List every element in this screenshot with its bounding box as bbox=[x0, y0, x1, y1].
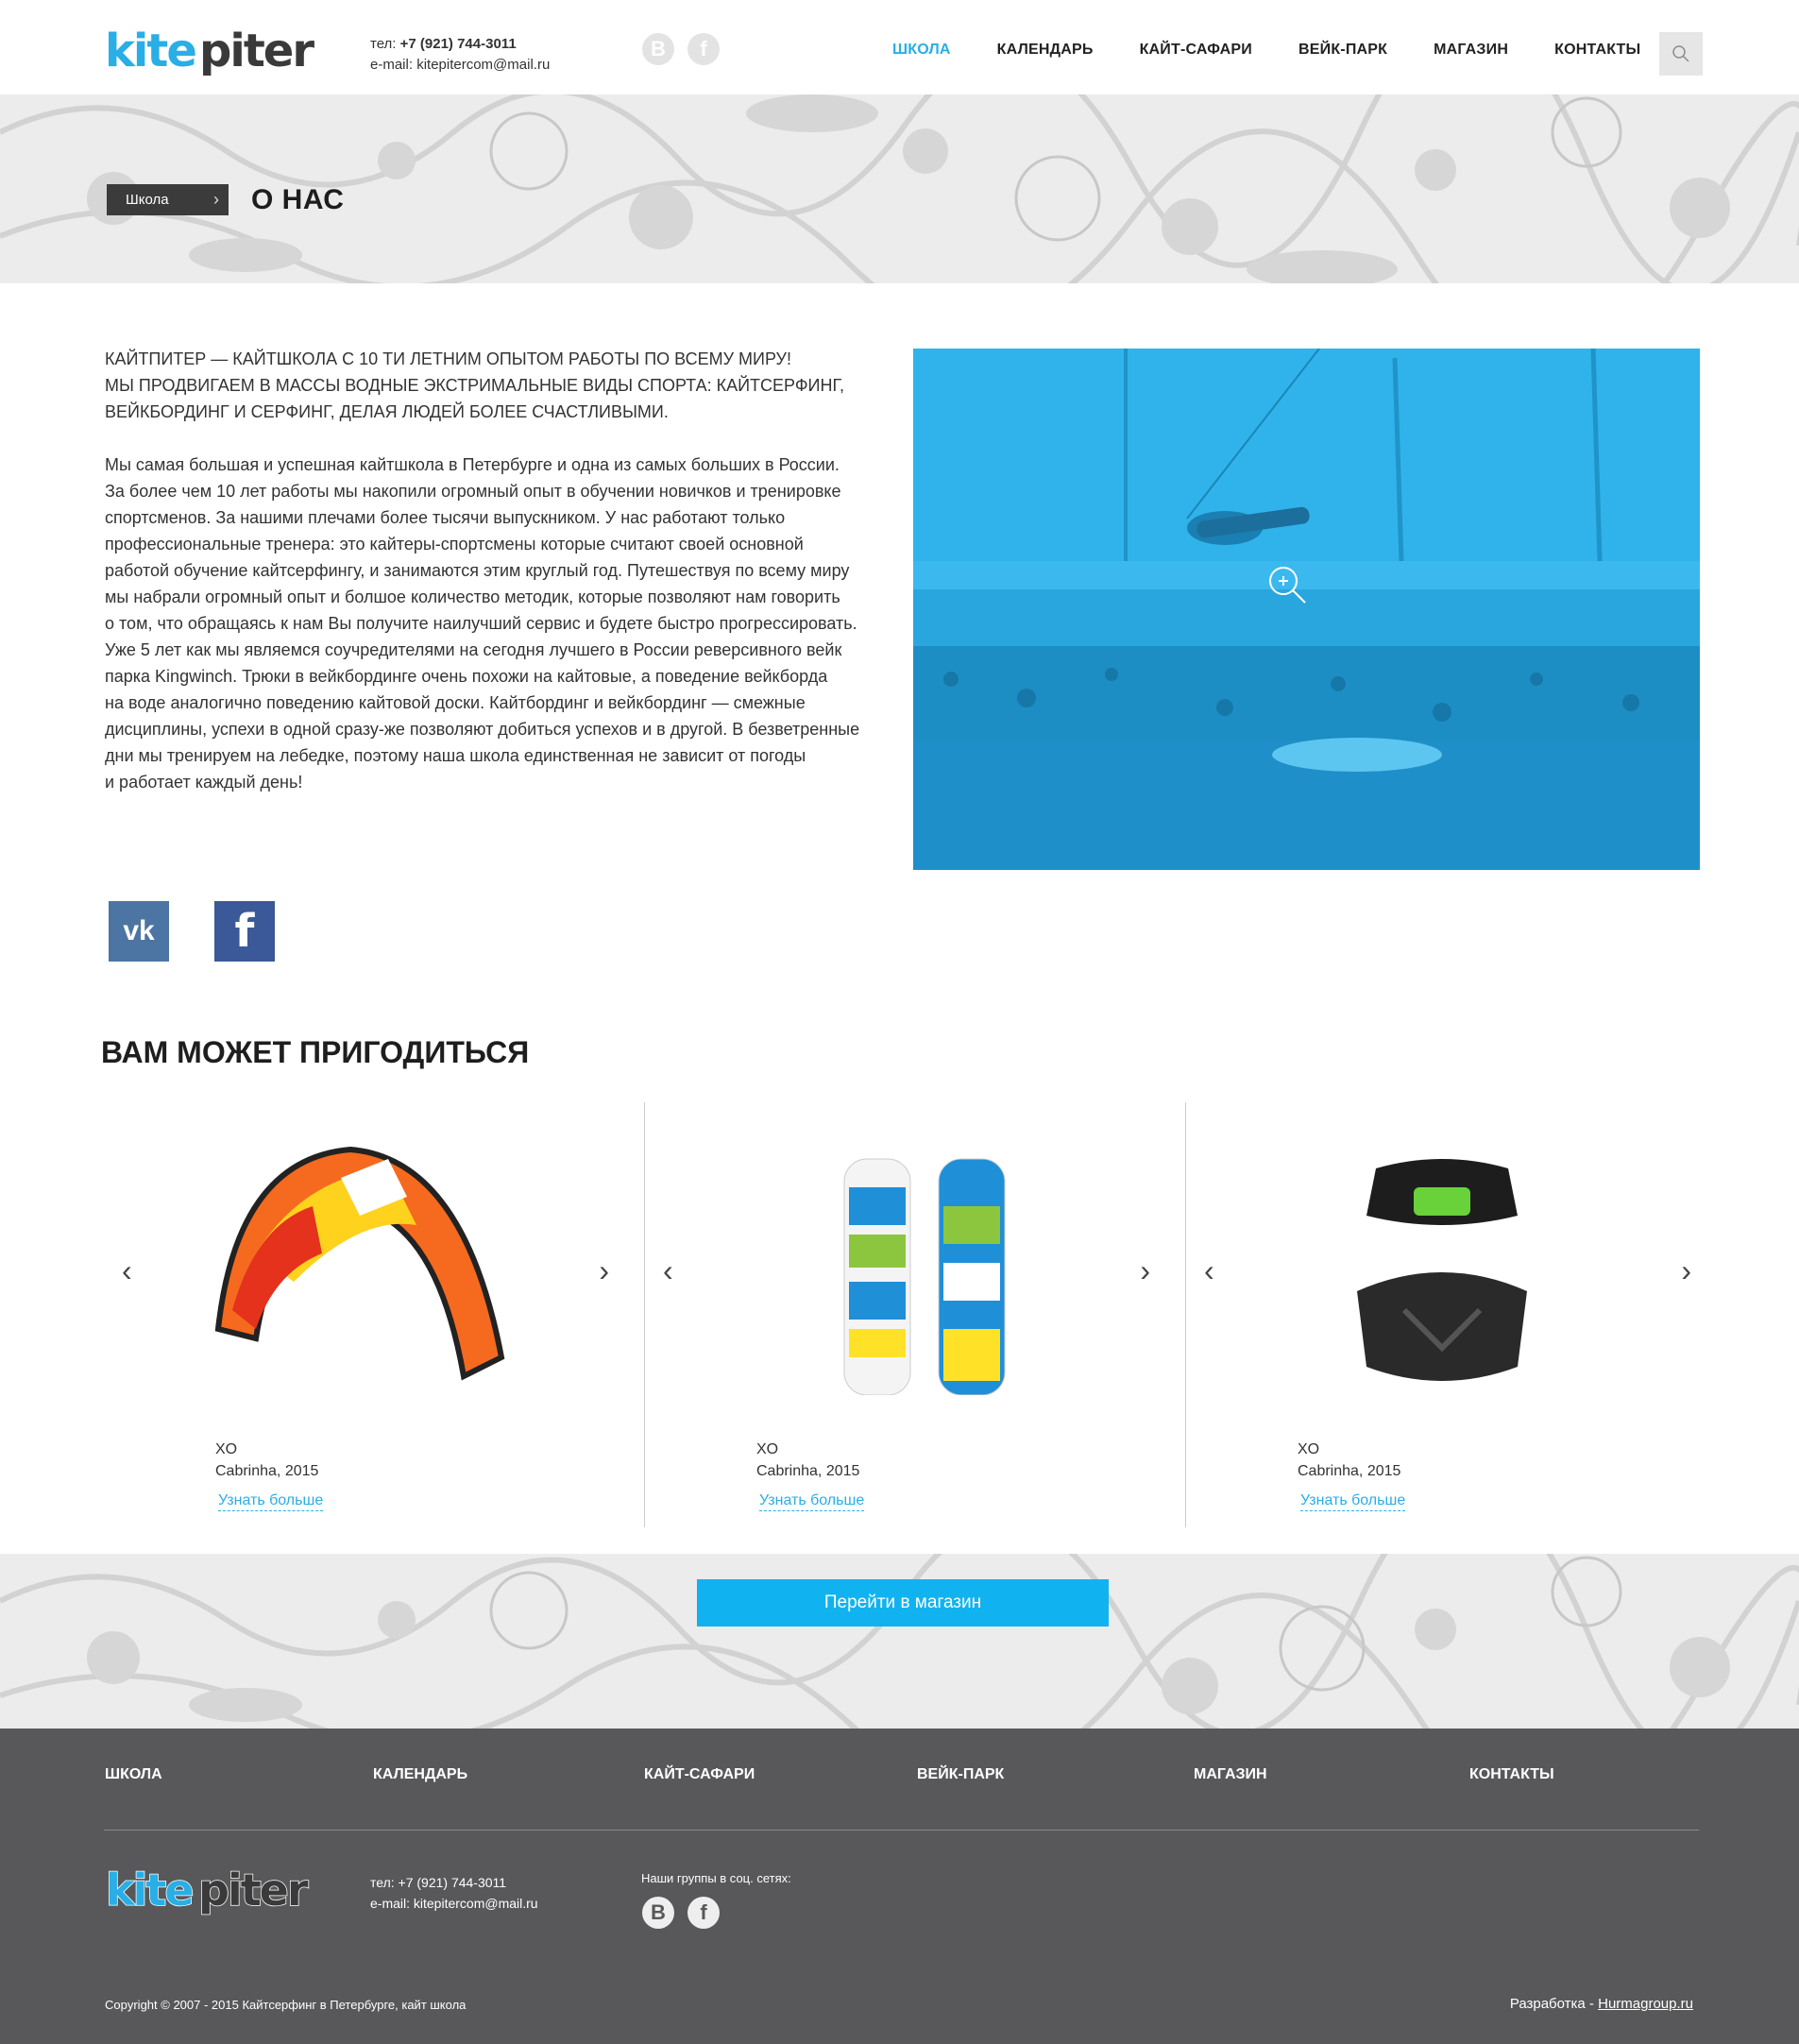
svg-text:piter: piter bbox=[198, 1865, 309, 1916]
chevron-left-icon[interactable]: ‹ bbox=[122, 1253, 132, 1288]
footer-nav-school[interactable]: ШКОЛА bbox=[105, 1766, 162, 1783]
product-card: ‹ › XO Cabrinha, 2015 Узнать больше bbox=[646, 1102, 1186, 1527]
vk-icon: vk bbox=[123, 915, 155, 946]
zoom-icon[interactable] bbox=[1267, 565, 1309, 606]
chevron-right-icon[interactable]: › bbox=[1681, 1253, 1691, 1288]
harness-image bbox=[1357, 1159, 1527, 1381]
vk-share-button[interactable]: vk bbox=[109, 901, 169, 962]
intro-line: КАЙТПИТЕР — КАЙТШКОЛА С 10 ТИ ЛЕТНИМ ОПЫ… bbox=[105, 349, 791, 368]
kite-image bbox=[214, 1146, 505, 1381]
about-line: работой обучение кайтсерфингу, и занимаю… bbox=[105, 561, 850, 580]
intro-line: ВЕЙКБОРДИНГ И СЕРФИНГ, ДЕЛАЯ ЛЮДЕЙ БОЛЕЕ… bbox=[105, 402, 669, 421]
product-brand: Cabrinha, 2015 bbox=[756, 1463, 860, 1479]
chevron-right-icon: › bbox=[213, 190, 219, 209]
intro-text: КАЙТПИТЕР — КАЙТШКОЛА С 10 ТИ ЛЕТНИМ ОПЫ… bbox=[105, 346, 879, 425]
nav-shop[interactable]: МАГАЗИН bbox=[1434, 42, 1508, 59]
svg-text:kite: kite bbox=[106, 1865, 193, 1916]
chevron-left-icon[interactable]: ‹ bbox=[1204, 1253, 1214, 1288]
about-text: Мы самая большая и успешная кайтшкола в … bbox=[105, 451, 889, 795]
logo[interactable]: kite piter bbox=[105, 23, 341, 85]
footer-nav-shop[interactable]: МАГАЗИН bbox=[1194, 1766, 1267, 1783]
footer-nav-wake-park[interactable]: ВЕЙК-ПАРК bbox=[917, 1766, 1004, 1783]
product-card: ‹ › XO Cabrinha, 2015 Узнать больше bbox=[105, 1102, 645, 1527]
product-name: XO bbox=[1298, 1441, 1320, 1457]
footer-nav-calendar[interactable]: КАЛЕНДАРЬ bbox=[373, 1766, 467, 1783]
nav-contacts[interactable]: КОНТАКТЫ bbox=[1554, 42, 1640, 59]
nav-calendar[interactable]: КАЛЕНДАРЬ bbox=[997, 42, 1094, 59]
vk-icon[interactable]: B bbox=[642, 1897, 674, 1929]
social-groups-label: Наши группы в соц. сетях: bbox=[641, 1871, 791, 1885]
learn-more-link[interactable]: Узнать больше bbox=[1300, 1492, 1406, 1511]
about-line: За более чем 10 лет работы мы накопили о… bbox=[105, 482, 841, 501]
facebook-icon[interactable]: f bbox=[687, 33, 720, 65]
product-name: XO bbox=[756, 1441, 779, 1457]
footer-nav-kite-safari[interactable]: КАЙТ-САФАРИ bbox=[644, 1766, 755, 1783]
page-title: О НАС bbox=[251, 184, 345, 215]
svg-text:piter: piter bbox=[199, 25, 314, 77]
footer-social: B f bbox=[642, 1897, 720, 1929]
chevron-right-icon[interactable]: › bbox=[599, 1253, 609, 1288]
go-to-shop-button[interactable]: Перейти в магазин bbox=[697, 1579, 1109, 1627]
phone-label: тел: bbox=[370, 36, 397, 52]
nav-wake-park[interactable]: ВЕЙК-ПАРК bbox=[1298, 42, 1387, 59]
divider bbox=[644, 1102, 645, 1527]
facebook-icon[interactable]: f bbox=[687, 1897, 720, 1929]
main-nav: ШКОЛА КАЛЕНДАРЬ КАЙТ-САФАРИ ВЕЙК-ПАРК МА… bbox=[892, 42, 1640, 59]
breadcrumb[interactable]: Школа › bbox=[107, 184, 229, 215]
wakeboard-image bbox=[843, 1158, 1006, 1395]
site-footer: ШКОЛА КАЛЕНДАРЬ КАЙТ-САФАРИ ВЕЙК-ПАРК МА… bbox=[0, 1729, 1799, 2044]
facebook-share-button[interactable]: f bbox=[214, 901, 275, 962]
about-line: Уже 5 лет как мы являемся соучредителями… bbox=[105, 640, 842, 659]
learn-more-link[interactable]: Узнать больше bbox=[759, 1492, 865, 1511]
footer-phone[interactable]: тел: +7 (921) 744-3011 bbox=[370, 1872, 538, 1893]
footer-email[interactable]: e-mail: kitepitercom@mail.ru bbox=[370, 1893, 538, 1914]
divider bbox=[1185, 1102, 1186, 1527]
vk-icon[interactable]: B bbox=[642, 33, 674, 65]
learn-more-link[interactable]: Узнать больше bbox=[218, 1492, 324, 1511]
about-line: о том, что обращаясь к нам Вы получите н… bbox=[105, 614, 857, 633]
email-address[interactable]: kitepitercom@mail.ru bbox=[416, 57, 550, 73]
nav-school[interactable]: ШКОЛА bbox=[892, 42, 951, 59]
facebook-icon: f bbox=[234, 905, 255, 958]
about-line: дни мы тренируем на лебедке, поэтому наш… bbox=[105, 746, 806, 765]
section-title: ВАМ МОЖЕТ ПРИГОДИТЬСЯ bbox=[101, 1035, 530, 1069]
phone-number[interactable]: +7 (921) 744-3011 bbox=[400, 36, 517, 52]
chevron-right-icon[interactable]: › bbox=[1140, 1253, 1150, 1288]
svg-text:kite: kite bbox=[105, 25, 195, 77]
header-contacts: тел: +7 (921) 744-3011 e-mail: kitepiter… bbox=[370, 34, 550, 76]
footer-divider bbox=[104, 1830, 1699, 1831]
about-line: парка Kingwinch. Трюки в вейкбординге оч… bbox=[105, 667, 828, 686]
developer-credit: Разработка - Hurmagroup.ru bbox=[1510, 1996, 1693, 2012]
about-line: и работает каждый день! bbox=[105, 773, 303, 792]
photo-image bbox=[913, 349, 1700, 870]
intro-line: МЫ ПРОДВИГАЕМ В МАССЫ ВОДНЫЕ ЭКСТРИМАЛЬН… bbox=[105, 376, 844, 395]
about-line: Мы самая большая и успешная кайтшкола в … bbox=[105, 455, 840, 474]
product-brand: Cabrinha, 2015 bbox=[215, 1463, 319, 1479]
footer-contacts: тел: +7 (921) 744-3011 e-mail: kitepiter… bbox=[370, 1872, 538, 1914]
search-icon bbox=[1672, 45, 1689, 62]
about-line: дисциплины, успехи в одной сразу-же позв… bbox=[105, 720, 860, 739]
search-button[interactable] bbox=[1659, 32, 1703, 76]
copyright-text: Copyright © 2007 - 2015 Кайтсерфинг в Пе… bbox=[105, 1998, 467, 2012]
nav-kite-safari[interactable]: КАЙТ-САФАРИ bbox=[1140, 42, 1252, 59]
about-line: профессиональные тренера: это кайтеры-сп… bbox=[105, 535, 804, 554]
product-brand: Cabrinha, 2015 bbox=[1298, 1463, 1401, 1479]
product-card: ‹ › XO Cabrinha, 2015 Узнать больше bbox=[1187, 1102, 1727, 1527]
product-name: XO bbox=[215, 1441, 238, 1457]
chevron-left-icon[interactable]: ‹ bbox=[663, 1253, 673, 1288]
email-label: e-mail: bbox=[370, 57, 414, 73]
site-header: kite piter тел: +7 (921) 744-3011 e-mail… bbox=[0, 0, 1799, 94]
breadcrumb-label: Школа bbox=[126, 192, 169, 208]
about-line: на воде аналогично поведению кайтовой до… bbox=[105, 693, 806, 712]
about-line: спортсменов. За нашими плечами более тыс… bbox=[105, 508, 786, 527]
header-social: B f bbox=[642, 33, 720, 65]
wakeboard-photo[interactable] bbox=[913, 349, 1700, 870]
about-line: мы набрали огромный опыт и болшое количе… bbox=[105, 588, 840, 606]
footer-logo[interactable]: kite piter bbox=[106, 1862, 338, 1924]
footer-nav-contacts[interactable]: КОНТАКТЫ bbox=[1469, 1766, 1554, 1783]
title-banner: Школа › О НАС bbox=[0, 94, 1799, 283]
product-carousel: ‹ › XO Cabrinha, 2015 Узнать больше ‹ › … bbox=[105, 1102, 1701, 1527]
developer-label: Разработка - bbox=[1509, 1996, 1594, 2012]
developer-link[interactable]: Hurmagroup.ru bbox=[1598, 1996, 1693, 2012]
